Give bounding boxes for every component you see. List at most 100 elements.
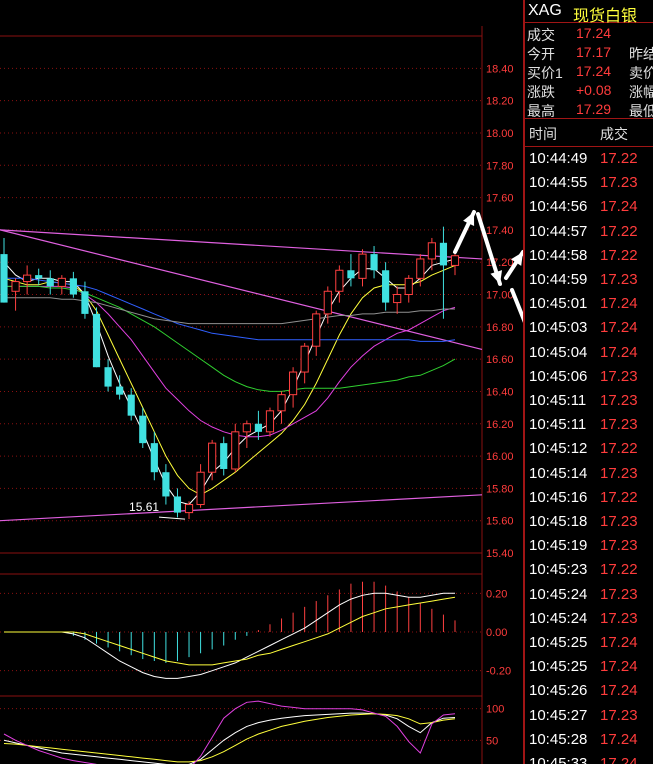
candle-body (139, 415, 147, 444)
quote-value: 17.29 (576, 101, 612, 117)
quote-header: XAG 现货白银 (525, 0, 653, 25)
price-tick-label: 16.60 (486, 354, 514, 366)
quote-label: 买价1 (527, 65, 563, 81)
low-price-label: 15.61 (129, 500, 159, 514)
tick-row[interactable]: 10:45:01 17.24 (525, 293, 653, 317)
tick-row[interactable]: 10:45:04 17.24 (525, 342, 653, 366)
price-tick-label: 15.40 (486, 548, 514, 560)
candle-body (347, 270, 355, 279)
tick-row[interactable]: 10:45:06 17.23 (525, 366, 653, 390)
candle-body (254, 423, 262, 432)
quote-value: 17.17 (576, 44, 612, 60)
tick-row[interactable]: 10:45:33 17.24 (525, 753, 653, 764)
tick-row[interactable]: 10:45:18 17.23 (525, 511, 653, 535)
candle-body (23, 274, 32, 283)
candle-body (173, 496, 182, 513)
tick-price: 17.24 (600, 730, 638, 748)
tick-row[interactable]: 10:45:25 17.24 (525, 632, 653, 656)
tick-price: 17.24 (600, 634, 638, 651)
tick-price: 17.24 (600, 198, 638, 216)
price-tick-label: 17.00 (486, 290, 514, 302)
tick-row[interactable]: 10:44:59 17.23 (525, 269, 653, 293)
tick-row[interactable]: 10:44:55 17.23 (525, 172, 653, 196)
tick-row[interactable]: 10:45:28 17.24 (525, 729, 653, 753)
tick-row[interactable]: 10:45:26 17.24 (525, 680, 653, 704)
tick-price: 17.23 (600, 585, 638, 603)
kdj-k-line (3, 712, 456, 764)
candle-body (370, 254, 378, 271)
candle-body (81, 291, 89, 314)
tick-row[interactable]: 10:44:58 17.22 (525, 245, 653, 269)
macd-dea-line (4, 596, 456, 666)
time-header: 时间 (529, 126, 557, 142)
price-tick-label: 15.60 (486, 516, 514, 528)
tick-row[interactable]: 10:44:49 17.22 (525, 148, 653, 172)
candle-body (208, 442, 217, 473)
quote-panel: XAG 现货白银 成交 17.24 今开 17.17 昨结 买价1 17.24 卖价 涨跌 +0.… (525, 0, 653, 764)
tick-price: 17.23 (600, 464, 638, 482)
quote-label-2: 昨结 (629, 46, 653, 62)
tick-time: 10:44:58 (529, 246, 588, 264)
candle-body (358, 253, 367, 279)
candle-body (416, 258, 425, 279)
tick-time: 10:45:24 (529, 609, 588, 627)
tick-time: 10:45:26 (529, 682, 588, 700)
quote-label-2: 卖价 (629, 65, 653, 81)
tick-row[interactable]: 10:45:11 17.23 (525, 390, 653, 414)
candle-body (150, 443, 158, 473)
candle-body (220, 443, 228, 469)
candle-body (300, 345, 309, 373)
price-tick-label: 15.80 (486, 483, 514, 495)
kdj-panel: 100500 (0, 695, 504, 764)
tick-price: 17.23 (600, 513, 638, 530)
tick-row[interactable]: 10:45:24 17.23 (525, 584, 653, 608)
trendlines (0, 229, 483, 522)
price-tick-label: 16.00 (486, 451, 514, 463)
candlesticks (0, 226, 460, 520)
tick-time: 10:45:19 (529, 537, 588, 555)
tick-row[interactable]: 10:45:27 17.23 (525, 705, 653, 729)
tick-row[interactable]: 10:45:16 17.22 (525, 487, 653, 511)
candle-body (46, 278, 54, 287)
quote-label-2: 涨幅 (629, 84, 653, 100)
quote-row: 今开 17.17 昨结 (525, 43, 653, 62)
kdj-tick-label: 100 (486, 704, 504, 716)
tick-time: 10:44:56 (529, 198, 588, 216)
symbol-name: 现货白银 (573, 8, 638, 25)
tick-time: 10:45:24 (529, 585, 588, 603)
tick-time: 10:45:33 (529, 755, 588, 764)
macd-panel: 0.20 0.00 -0.20 (0, 573, 511, 679)
tick-time: 10:45:03 (529, 319, 588, 337)
macd-tick-label: 0.20 (486, 588, 507, 600)
tick-price: 17.22 (600, 246, 638, 264)
tick-price: 17.22 (600, 488, 638, 506)
tick-row[interactable]: 10:45:25 17.24 (525, 656, 653, 680)
tick-row[interactable]: 10:45:19 17.23 (525, 535, 653, 559)
tick-row[interactable]: 10:45:12 17.22 (525, 438, 653, 462)
tick-row[interactable]: 10:45:03 17.24 (525, 317, 653, 341)
quote-row: 最高 17.29 最低 (525, 100, 653, 119)
candle-body (382, 270, 390, 303)
tick-row[interactable]: 10:44:57 17.22 (525, 221, 653, 245)
tick-row[interactable]: 10:45:11 17.23 (525, 414, 653, 438)
tick-time: 10:45:01 (529, 295, 588, 313)
tick-row[interactable]: 10:45:24 17.23 (525, 608, 653, 632)
arrow-shaft (510, 288, 523, 323)
kline-chart[interactable]: 18.4018.2018.0017.8017.6017.4017.2017.00… (0, 0, 523, 764)
tick-price: 17.22 (600, 222, 638, 240)
tick-row[interactable]: 10:45:23 17.22 (525, 559, 653, 583)
trendline (0, 494, 483, 522)
tick-row[interactable]: 10:45:14 17.23 (525, 463, 653, 487)
candle-body (312, 313, 321, 347)
tick-price: 17.24 (600, 755, 638, 764)
price-tick-label: 17.80 (486, 160, 514, 172)
tick-time: 10:45:16 (529, 488, 588, 506)
quote-label: 涨跌 (527, 84, 555, 100)
quote-row: 买价1 17.24 卖价 (525, 62, 653, 81)
tick-time: 10:45:11 (529, 416, 587, 434)
candle-body (439, 242, 448, 266)
tick-row[interactable]: 10:44:56 17.24 (525, 196, 653, 220)
price-grid (0, 26, 483, 764)
macd-dif-line (4, 592, 455, 679)
candle-body (104, 367, 112, 387)
